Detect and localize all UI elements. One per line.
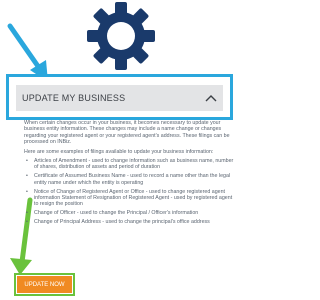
accordion-title: UPDATE MY BUSINESS xyxy=(22,93,126,103)
list-item: Certificate of Assumed Business Name - u… xyxy=(26,173,234,186)
intro-text: When certain changes occur in your busin… xyxy=(24,120,230,146)
accordion-content: When certain changes occur in your busin… xyxy=(24,120,234,228)
list-item: Change of Principal Address - used to ch… xyxy=(26,219,234,226)
list-item: Change of Officer - used to change the P… xyxy=(26,210,234,217)
accordion-highlight: UPDATE MY BUSINESS xyxy=(6,74,233,120)
filing-list: Articles of Amendment - used to change i… xyxy=(24,158,234,226)
update-my-business-accordion[interactable]: UPDATE MY BUSINESS xyxy=(16,85,223,111)
button-highlight: UPDATE NOW xyxy=(14,273,75,296)
examples-heading: Here are some examples of filings availa… xyxy=(24,148,214,155)
list-item: Articles of Amendment - used to change i… xyxy=(26,158,234,171)
chevron-up-icon[interactable] xyxy=(205,94,217,102)
gear-icon xyxy=(87,2,155,70)
list-item: Notice of Change of Registered Agent or … xyxy=(26,189,234,208)
update-now-button[interactable]: UPDATE NOW xyxy=(17,276,72,293)
